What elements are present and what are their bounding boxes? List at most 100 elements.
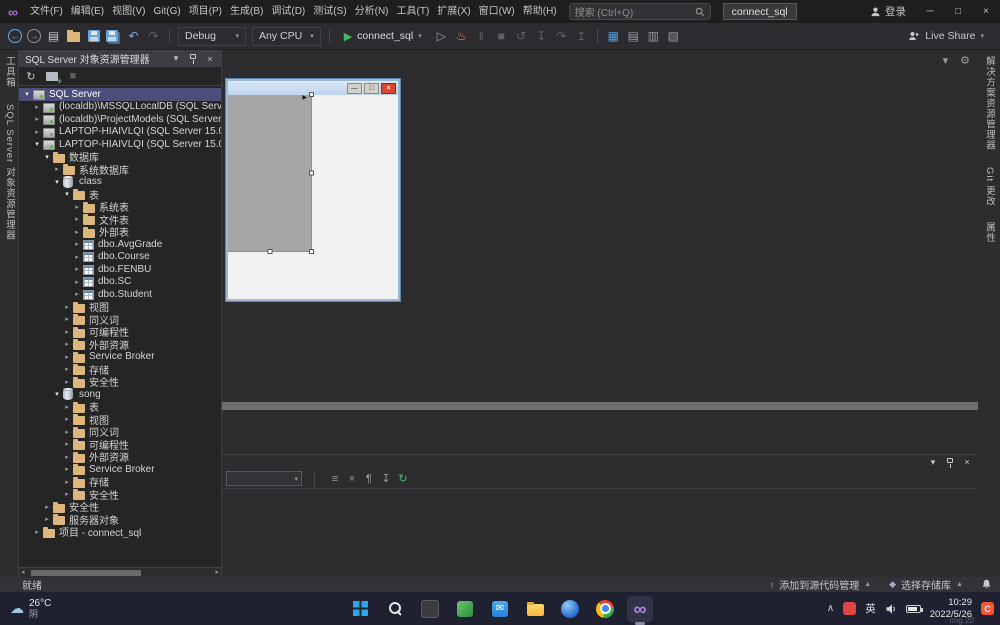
output-pin-icon[interactable] <box>943 455 957 469</box>
platform-dropdown[interactable]: Any CPU▾ <box>252 27 321 46</box>
tree-node[interactable]: ▸外部资源 <box>19 338 221 351</box>
tree-expander-icon[interactable]: ▸ <box>42 503 52 511</box>
tree-expander-icon[interactable]: ▸ <box>72 278 82 286</box>
tree-expander-icon[interactable]: ▸ <box>62 303 72 311</box>
resize-handle[interactable] <box>267 249 272 254</box>
resize-handle[interactable] <box>309 171 314 176</box>
new-file-icon[interactable]: ▤ <box>44 27 63 46</box>
tree-node[interactable]: ▸dbo.SC <box>19 276 221 289</box>
taskbar-app-mail[interactable] <box>487 596 513 622</box>
tree-expander-icon[interactable]: ▸ <box>52 165 62 173</box>
tree-node[interactable]: ▸可编程性 <box>19 326 221 339</box>
form-designer-window[interactable]: — □ × ▶ <box>226 79 400 301</box>
tree-horizontal-scrollbar[interactable]: ◂ ▸ <box>19 567 221 577</box>
tree-expander-icon[interactable]: ▸ <box>72 265 82 273</box>
tree-node[interactable]: ▸视图 <box>19 301 221 314</box>
navigate-backward-icon[interactable]: ← <box>8 29 22 43</box>
tree-expander-icon[interactable]: ▸ <box>62 315 72 323</box>
tree-expander-icon[interactable]: ▸ <box>62 465 72 473</box>
right-tab-2[interactable]: 属性 <box>982 222 996 243</box>
resize-handle[interactable] <box>309 92 314 97</box>
tree-expander-icon[interactable]: ▸ <box>72 253 82 261</box>
tree-node[interactable]: ▾SQL Server <box>19 88 221 101</box>
sync-icon[interactable]: ↻ <box>395 471 411 487</box>
scroll-left-icon[interactable]: ◂ <box>21 568 25 578</box>
taskbar-app-green[interactable] <box>452 596 478 622</box>
tree-expander-icon[interactable]: ▸ <box>32 103 42 111</box>
tree-node[interactable]: ▸dbo.Course <box>19 251 221 264</box>
scroll-right-icon[interactable]: ▸ <box>215 568 219 578</box>
open-file-icon[interactable] <box>64 27 83 46</box>
hot-reload-icon[interactable]: ♨ <box>452 27 471 46</box>
tree-expander-icon[interactable]: ▸ <box>62 440 72 448</box>
battery-icon[interactable] <box>906 605 921 613</box>
live-share-button[interactable]: Live Share ▾ <box>908 30 984 42</box>
output-close-icon[interactable]: × <box>960 455 974 469</box>
form-maximize-button[interactable]: □ <box>364 83 379 94</box>
search-input[interactable]: 搜索 (Ctrl+Q) <box>569 3 711 20</box>
tree-node[interactable]: ▾class <box>19 176 221 189</box>
find-in-files-icon[interactable]: ▦ <box>604 27 623 46</box>
taskbar-app-start[interactable] <box>347 596 373 622</box>
output-menu-chevron-icon[interactable]: ▾ <box>926 455 940 469</box>
taskbar-app-search[interactable] <box>382 596 408 622</box>
tree-expander-icon[interactable]: ▸ <box>62 490 72 498</box>
tree-node[interactable]: ▸Service Broker <box>19 463 221 476</box>
tree-expander-icon[interactable]: ▸ <box>62 453 72 461</box>
tree-expander-icon[interactable]: ▸ <box>72 215 82 223</box>
tree-expander-icon[interactable]: ▸ <box>72 290 82 298</box>
tree-node[interactable]: ▾数据库 <box>19 151 221 164</box>
taskbar-app-taskview[interactable] <box>417 596 443 622</box>
volume-icon[interactable] <box>885 603 897 615</box>
tree-expander-icon[interactable]: ▾ <box>32 140 42 148</box>
smart-tag-icon[interactable]: ▶ <box>302 95 307 101</box>
tree-node[interactable]: ▸同义词 <box>19 313 221 326</box>
solution-explorer-icon[interactable]: ▤ <box>624 27 643 46</box>
step-over-icon[interactable]: ↷ <box>552 27 571 46</box>
tray-red-app-icon[interactable] <box>843 602 856 615</box>
undo-icon[interactable]: ↶ <box>124 27 143 46</box>
tree-expander-icon[interactable]: ▾ <box>62 190 72 198</box>
scrollbar-thumb[interactable] <box>31 570 141 576</box>
tree-node[interactable]: ▸安全性 <box>19 501 221 514</box>
panel-pin-icon[interactable] <box>186 52 200 66</box>
menu-item-11[interactable]: 窗口(W) <box>475 0 519 23</box>
tree-node[interactable]: ▸(localdb)\MSSQLLocalDB (SQL Serve <box>19 101 221 114</box>
tree-node[interactable]: ▸同义词 <box>19 426 221 439</box>
ime-indicator[interactable]: 英 <box>865 601 876 616</box>
word-wrap-icon[interactable]: ¶ <box>361 471 377 487</box>
tree-node[interactable]: ▸服务器对象 <box>19 513 221 526</box>
settings-gear-icon[interactable]: ⚙ <box>960 54 970 67</box>
tree-node[interactable]: ▸安全性 <box>19 488 221 501</box>
left-tab-0[interactable]: 工具箱 <box>2 56 16 88</box>
tree-expander-icon[interactable]: ▸ <box>62 328 72 336</box>
minimize-button[interactable]: ─ <box>916 0 944 23</box>
taskbar-app-explorer[interactable] <box>522 596 548 622</box>
save-icon[interactable] <box>84 27 103 46</box>
signin-button[interactable]: 登录 <box>870 4 906 19</box>
resize-handle[interactable] <box>309 249 314 254</box>
form-minimize-button[interactable]: — <box>347 83 362 94</box>
tree-expander-icon[interactable]: ▸ <box>62 428 72 436</box>
tree-node[interactable]: ▸(localdb)\ProjectModels (SQL Server <box>19 113 221 126</box>
tray-chevron-up-icon[interactable]: ∧ <box>827 603 834 614</box>
stop-icon[interactable]: ■ <box>492 27 511 46</box>
tree-node[interactable]: ▸系统数据库 <box>19 163 221 176</box>
tree-expander-icon[interactable]: ▸ <box>62 353 72 361</box>
clear-all-icon[interactable]: × <box>344 471 360 487</box>
tree-expander-icon[interactable]: ▸ <box>62 403 72 411</box>
menu-item-4[interactable]: 项目(P) <box>185 0 226 23</box>
tree-expander-icon[interactable]: ▾ <box>52 178 62 186</box>
tree-expander-icon[interactable]: ▾ <box>22 90 32 98</box>
menu-item-10[interactable]: 扩展(X) <box>433 0 474 23</box>
tree-node[interactable]: ▸项目 - connect_sql <box>19 526 221 539</box>
messages-icon[interactable]: ≡ <box>327 471 343 487</box>
tree-expander-icon[interactable]: ▸ <box>32 115 42 123</box>
save-all-icon[interactable] <box>104 27 123 46</box>
autoscroll-icon[interactable]: ↧ <box>378 471 394 487</box>
tree-node[interactable]: ▸系统表 <box>19 201 221 214</box>
tree-expander-icon[interactable]: ▸ <box>62 365 72 373</box>
step-out-icon[interactable]: ↥ <box>572 27 591 46</box>
left-tab-1[interactable]: SQL Server 对象资源管理器 <box>2 104 16 240</box>
menu-item-5[interactable]: 生成(B) <box>226 0 267 23</box>
